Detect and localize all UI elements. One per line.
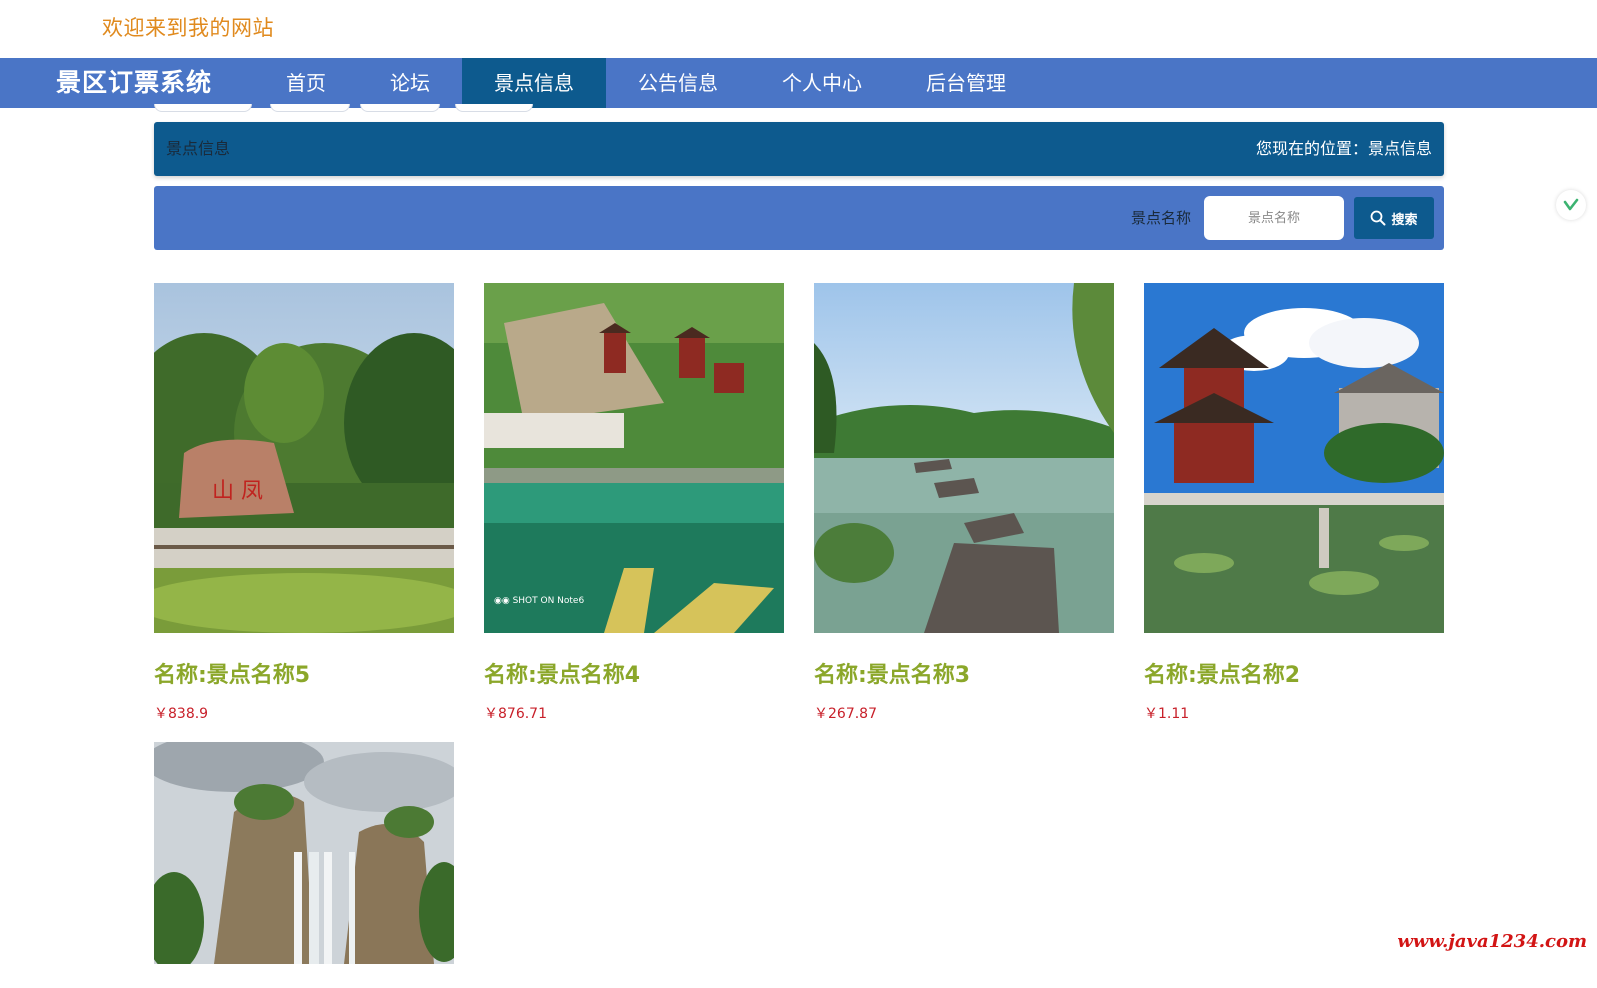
breadcrumb-current[interactable]: 景点信息: [1368, 139, 1432, 158]
spot-card[interactable]: [154, 742, 454, 988]
breadcrumb-label: 您现在的位置：: [1256, 139, 1368, 158]
nav-shadow-decoration: [270, 104, 350, 112]
spot-price: ￥876.71: [484, 703, 784, 723]
nav-item-home[interactable]: 首页: [254, 58, 358, 108]
spot-image[interactable]: ◉◉ SHOT ON Note6: [484, 283, 784, 633]
side-widget-button[interactable]: [1556, 190, 1586, 220]
spot-price: ￥838.9: [154, 703, 454, 723]
nav-item-user-center[interactable]: 个人中心: [750, 58, 894, 108]
spot-name[interactable]: 名称:景点名称5: [154, 657, 454, 689]
top-bar: 欢迎来到我的网站: [0, 0, 1597, 58]
nav-shadow-decoration: [154, 104, 252, 112]
spot-card[interactable]: ◉◉ SHOT ON Note6 名称:景点名称4 ￥876.71: [484, 283, 784, 723]
spot-name[interactable]: 名称:景点名称2: [1144, 657, 1444, 689]
spot-image[interactable]: [814, 283, 1114, 633]
spot-price: ￥267.87: [814, 703, 1114, 723]
spot-card[interactable]: 山 凤 名称:景点名称5 ￥838.9: [154, 283, 454, 723]
welcome-text: 欢迎来到我的网站: [102, 12, 274, 42]
nav-item-forum[interactable]: 论坛: [358, 58, 462, 108]
breadcrumb: 您现在的位置：景点信息: [1256, 122, 1432, 176]
search-button-label: 搜索: [1391, 209, 1417, 228]
nav-item-spots[interactable]: 景点信息: [462, 58, 606, 108]
spot-name[interactable]: 名称:景点名称4: [484, 657, 784, 689]
page-title: 景点信息: [166, 122, 230, 176]
checkmark-icon: [1563, 197, 1579, 213]
spot-price: ￥1.11: [1144, 703, 1444, 723]
svg-text:◉◉ SHOT ON Note6: ◉◉ SHOT ON Note6: [494, 596, 584, 606]
search-icon: [1370, 210, 1386, 226]
nav-menu: 首页 论坛 景点信息 公告信息 个人中心 后台管理: [254, 58, 1038, 108]
search-bar: 景点名称 搜索: [154, 186, 1444, 250]
spot-image[interactable]: 山 凤: [154, 283, 454, 633]
spot-image[interactable]: [1144, 283, 1444, 633]
site-watermark: www.java1234.com: [1397, 931, 1587, 952]
page-title-bar: 景点信息 您现在的位置：景点信息: [154, 122, 1444, 176]
search-button[interactable]: 搜索: [1354, 197, 1434, 239]
spot-image[interactable]: [154, 742, 454, 964]
site-brand[interactable]: 景区订票系统: [56, 58, 212, 108]
spot-card[interactable]: 名称:景点名称2 ￥1.11: [1144, 283, 1444, 723]
nav-shadow-decoration: [455, 104, 533, 112]
spot-card[interactable]: 名称:景点名称3 ￥267.87: [814, 283, 1114, 723]
search-label: 景点名称: [1131, 186, 1191, 250]
nav-item-announcements[interactable]: 公告信息: [606, 58, 750, 108]
nav-item-admin[interactable]: 后台管理: [894, 58, 1038, 108]
spot-name[interactable]: 名称:景点名称3: [814, 657, 1114, 689]
nav-shadow-decoration: [360, 104, 440, 112]
search-input[interactable]: [1204, 196, 1344, 240]
svg-text:山 凤: 山 凤: [212, 479, 263, 504]
main-navbar: 景区订票系统 首页 论坛 景点信息 公告信息 个人中心 后台管理: [0, 58, 1597, 108]
